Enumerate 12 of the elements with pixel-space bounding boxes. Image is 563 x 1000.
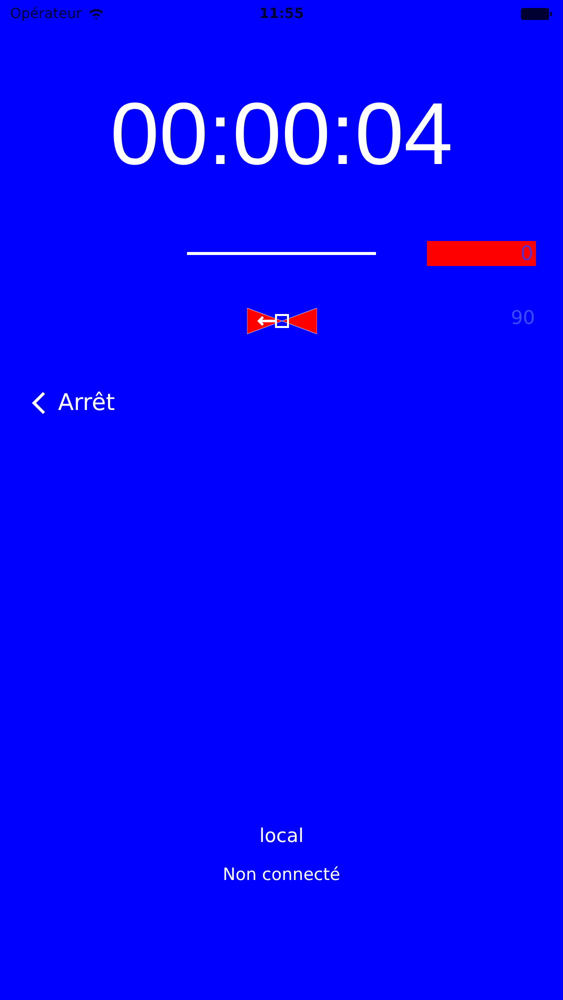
battery-icon [521, 7, 553, 21]
connection-status: Non connecté [222, 865, 340, 885]
timer-display: 00:00:04 [110, 84, 453, 183]
clock-time: 11:55 [259, 6, 304, 22]
mode-label: local [259, 825, 304, 847]
chevron-left-icon [32, 391, 46, 415]
angle-value: 90 [510, 307, 535, 329]
counter-box: 0 [427, 240, 536, 266]
back-button[interactable]: Arrêt [32, 390, 115, 416]
wifi-icon [88, 8, 104, 20]
carrier-label: Opérateur [10, 6, 82, 22]
bowtie-arrow-icon [247, 308, 317, 334]
